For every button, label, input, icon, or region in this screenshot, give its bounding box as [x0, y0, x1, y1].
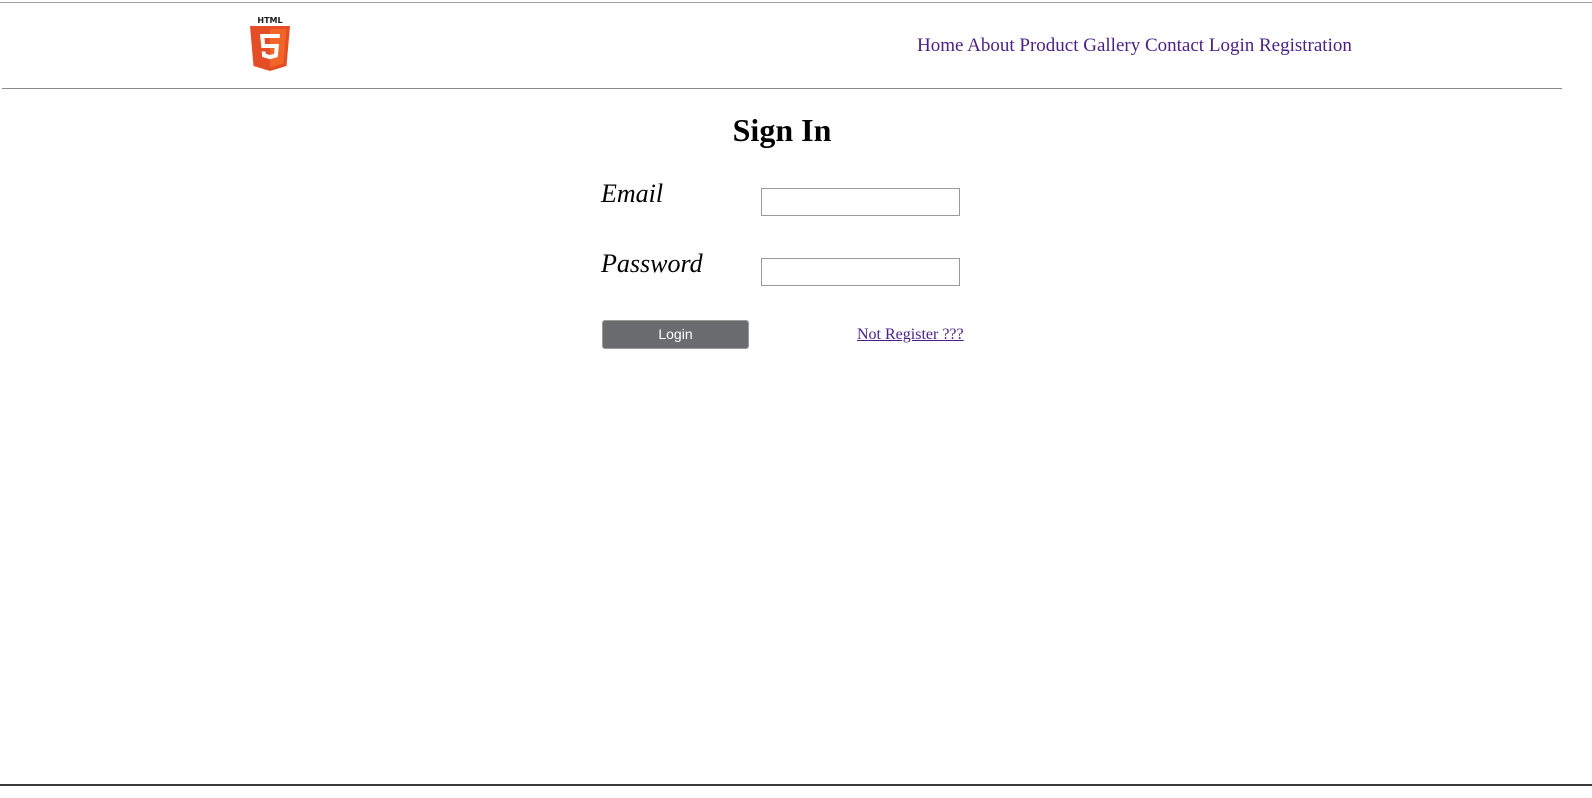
login-button[interactable]: Login: [602, 320, 749, 349]
main-nav: Home About Product Gallery Contact Login…: [917, 34, 1352, 58]
nav-contact-link[interactable]: Contact: [1145, 35, 1204, 56]
header-divider: [2, 88, 1562, 89]
page: HTML Home About Product Gallery Contact …: [0, 0, 1592, 798]
email-label: Email: [601, 179, 664, 208]
bottom-divider: [0, 784, 1592, 786]
nav-registration-link[interactable]: Registration: [1259, 35, 1352, 56]
svg-text:HTML: HTML: [257, 16, 282, 25]
nav-about-link[interactable]: About: [967, 35, 1015, 56]
page-title: Sign In: [732, 112, 832, 148]
nav-login-link[interactable]: Login: [1209, 35, 1254, 56]
not-register-link[interactable]: Not Register ???: [857, 325, 964, 345]
nav-gallery-link[interactable]: Gallery: [1083, 35, 1140, 56]
top-divider: [0, 2, 1592, 3]
nav-home-link[interactable]: Home: [917, 35, 963, 56]
password-field[interactable]: [761, 258, 960, 286]
email-field[interactable]: [761, 188, 960, 216]
password-label: Password: [601, 249, 703, 278]
html5-logo-icon[interactable]: HTML: [248, 16, 292, 74]
nav-product-link[interactable]: Product: [1019, 35, 1078, 56]
